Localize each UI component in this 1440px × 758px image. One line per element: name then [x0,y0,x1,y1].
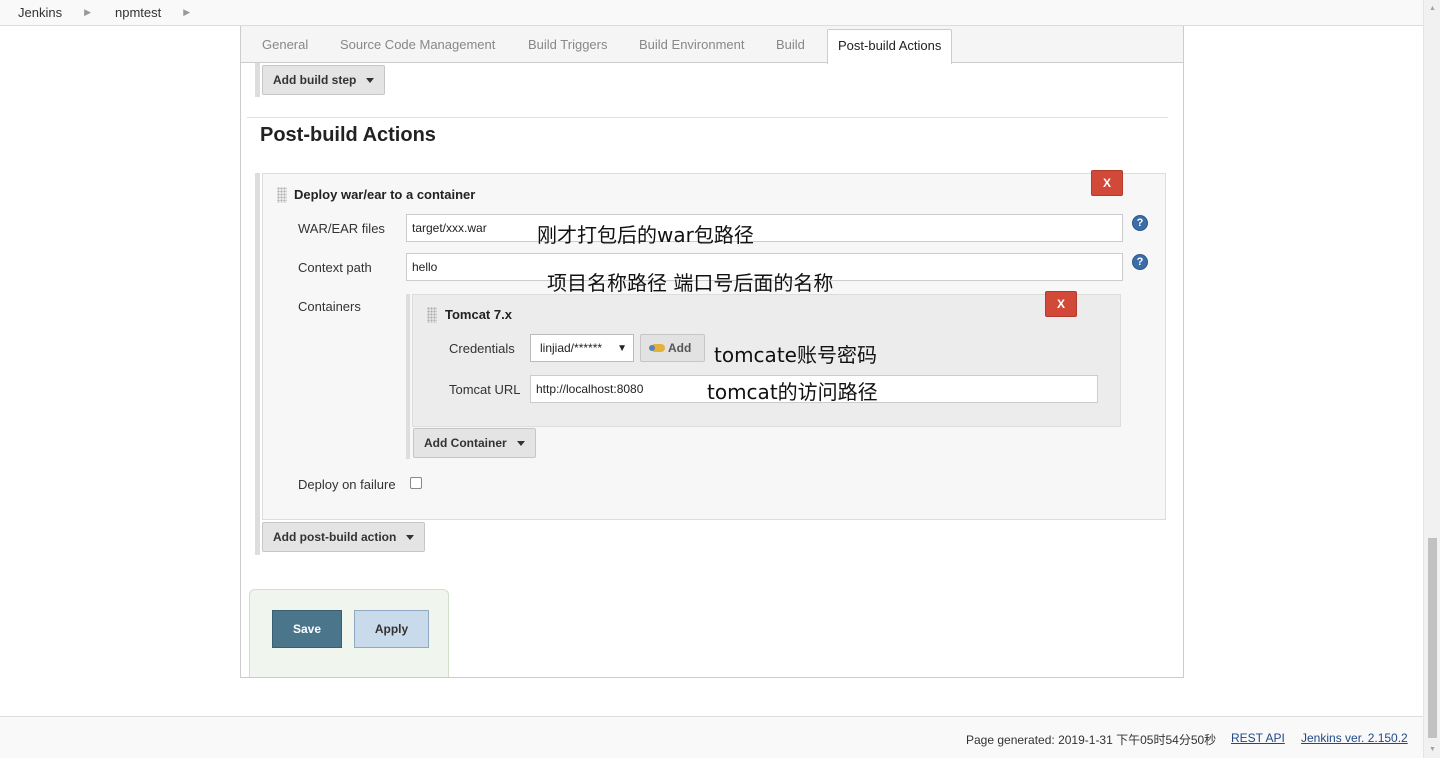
credentials-select[interactable]: linjiad/****** ▼ [530,334,634,362]
add-credentials-button[interactable]: Add [640,334,705,362]
config-tabbar: General Source Code Management Build Tri… [241,26,1183,64]
tab-general[interactable]: General [262,26,308,63]
apply-button[interactable]: Apply [354,610,429,648]
add-post-build-action-button[interactable]: Add post-build action [262,522,426,552]
post-build-section-rule [255,173,260,555]
add-build-step-label: Add build step [273,73,357,87]
tab-build[interactable]: Build [776,26,805,63]
context-path-label: Context path [298,260,372,275]
war-files-input[interactable]: target/xxx.war [406,214,1123,242]
tab-build-triggers[interactable]: Build Triggers [528,26,607,63]
tab-post-build-actions[interactable]: Post-build Actions [827,29,953,64]
deploy-title: Deploy war/ear to a container [294,187,476,202]
annotation-url: tomcat的访问路径 [707,380,878,404]
add-credentials-label: Add [668,341,692,355]
caret-down-icon [406,534,415,540]
help-icon[interactable]: ? [1132,254,1148,270]
section-divider [247,117,1168,118]
jenkins-version-link[interactable]: Jenkins ver. 2.150.2 [1301,731,1408,745]
containers-rule [406,294,410,459]
page-footer: Page generated: 2019-1-31 下午05时54分50秒 RE… [0,716,1423,758]
page-scrollbar[interactable]: ▲ ▼ [1423,0,1440,758]
annotation-war: 刚才打包后的war包路径 [537,223,754,247]
select-arrow-icon: ▼ [617,343,627,354]
breadcrumb-jenkins[interactable]: Jenkins [0,5,62,20]
breadcrumb-npmtest[interactable]: npmtest [91,5,161,20]
tomcat-title: Tomcat 7.x [445,307,512,322]
drag-handle-icon[interactable] [277,187,287,203]
annotation-context: 项目名称路径 端口号后面的名称 [547,271,834,295]
add-container-button[interactable]: Add Container [413,428,536,458]
deploy-on-failure-label: Deploy on failure [298,477,396,492]
remove-deploy-button[interactable]: X [1091,170,1123,196]
breadcrumb-chevron-icon[interactable]: ▶ [183,7,190,18]
tab-build-environment[interactable]: Build Environment [639,26,745,63]
add-container-label: Add Container [424,436,507,450]
breadcrumb-chevron-icon[interactable]: ▶ [84,7,91,18]
rest-api-link[interactable]: REST API [1231,731,1285,745]
tomcat-url-label: Tomcat URL [449,382,521,397]
credentials-label: Credentials [449,341,515,356]
annotation-credentials: tomcate账号密码 [714,343,877,367]
caret-down-icon [366,77,375,83]
remove-container-button[interactable]: X [1045,291,1077,317]
containers-label: Containers [298,299,361,314]
scroll-thumb[interactable] [1428,538,1437,738]
deploy-on-failure-checkbox[interactable] [410,477,422,489]
build-section-rule [255,63,260,97]
key-icon [649,344,665,352]
page-generated-text: Page generated: 2019-1-31 下午05时54分50秒 [966,733,1217,747]
help-icon[interactable]: ? [1132,215,1148,231]
add-build-step-button[interactable]: Add build step [262,65,386,95]
credentials-value: linjiad/****** [540,341,603,355]
section-title-post-build: Post-build Actions [260,124,436,146]
war-files-label: WAR/EAR files [298,221,385,236]
save-button[interactable]: Save [272,610,342,648]
scroll-up-arrow-icon[interactable]: ▲ [1424,0,1440,17]
add-post-build-action-label: Add post-build action [273,530,397,544]
scroll-down-arrow-icon[interactable]: ▼ [1424,741,1440,758]
tab-source-code-management[interactable]: Source Code Management [340,26,495,63]
caret-down-icon [516,440,525,446]
breadcrumb: Jenkins ▶ npmtest ▶ [0,0,1423,26]
drag-handle-icon[interactable] [427,307,437,323]
